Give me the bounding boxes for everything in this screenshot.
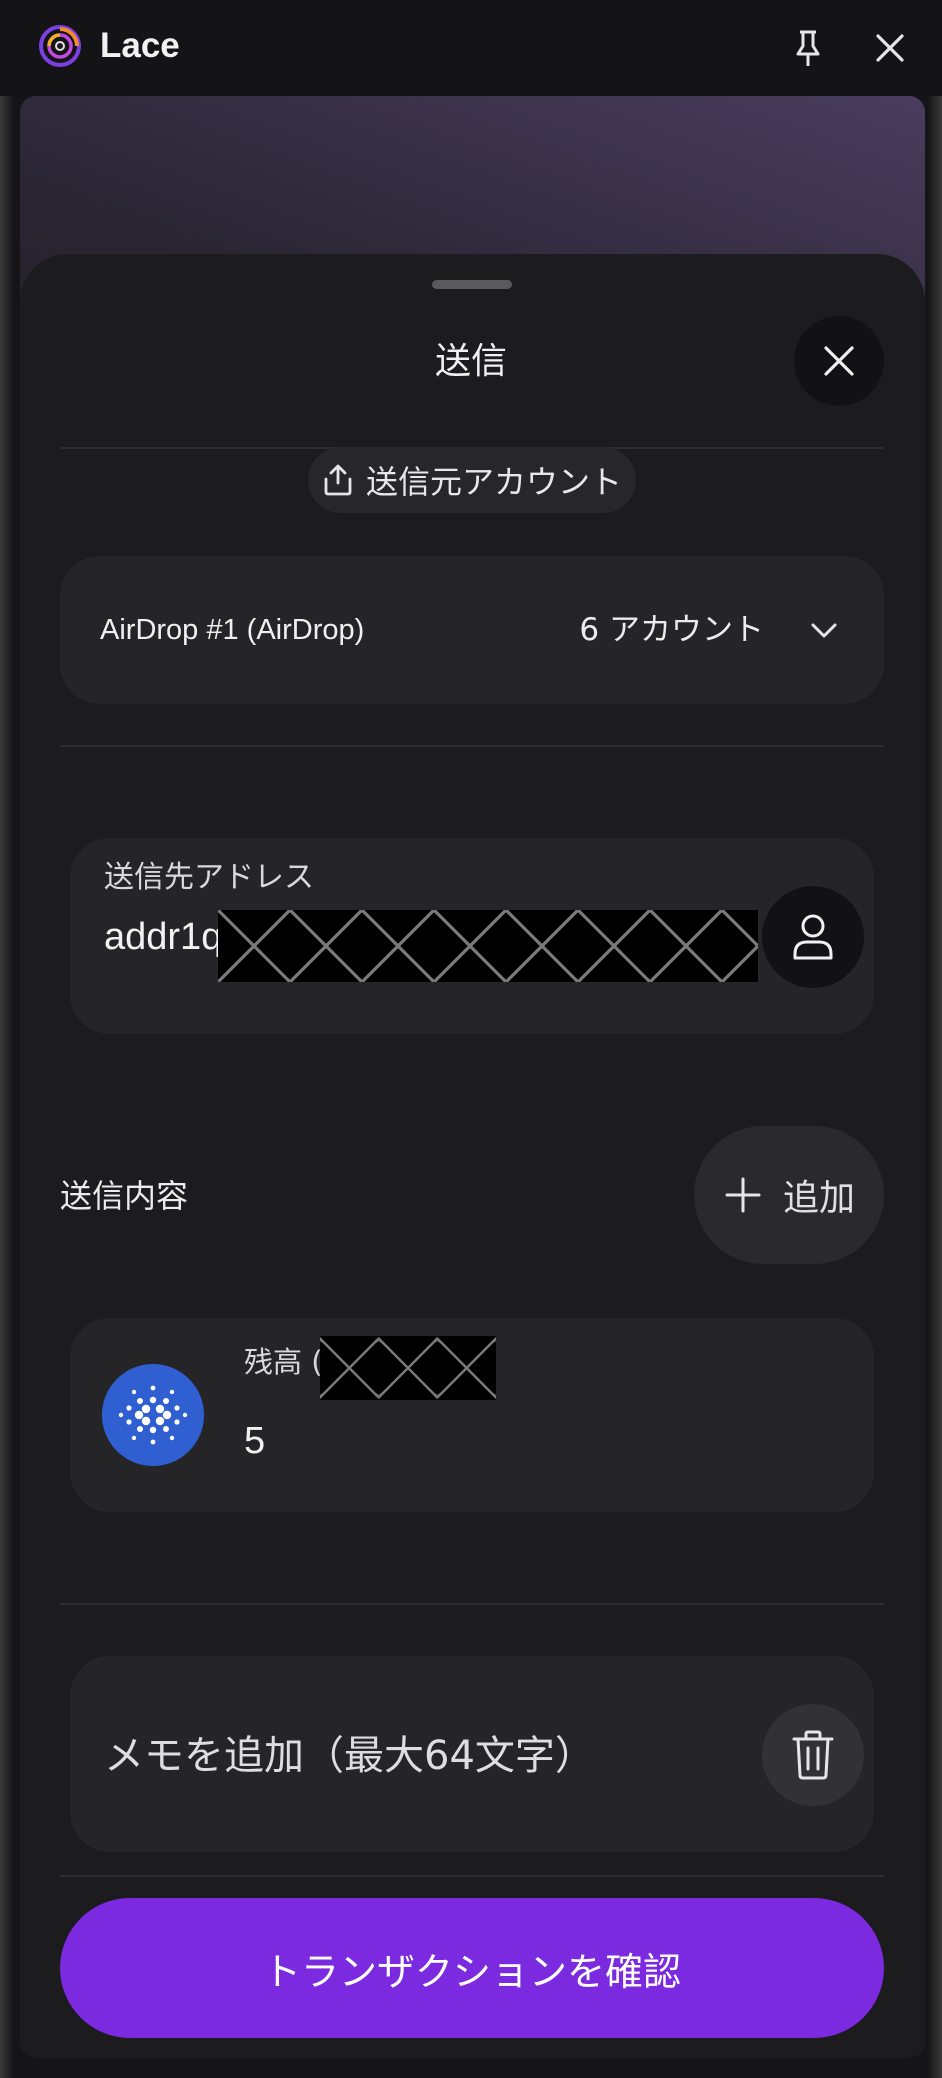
- memo-input[interactable]: [104, 1724, 744, 1788]
- account-count: 6 アカウント: [579, 612, 764, 648]
- lace-logo-icon: [39, 25, 81, 67]
- amount-value[interactable]: 5: [244, 1414, 265, 1468]
- address-book-button[interactable]: [762, 886, 864, 988]
- title-bar: Lace: [0, 0, 942, 96]
- user-icon: [793, 914, 833, 960]
- app-window: Lace 送信 送信元アカウント AirDrop #1 (AirDrop) 6 …: [0, 0, 942, 2078]
- chevron-down-icon: [811, 623, 837, 638]
- redacted-address: [218, 910, 758, 982]
- content-label: 送信内容: [60, 1177, 189, 1215]
- balance-label: 残高 (: [244, 1345, 323, 1379]
- redacted-balance: [320, 1336, 496, 1400]
- from-account-text: 送信元アカウント: [365, 463, 622, 501]
- close-icon: [824, 346, 854, 376]
- account-selector[interactable]: AirDrop #1 (AirDrop) 6 アカウント: [60, 556, 884, 704]
- plus-icon: [725, 1177, 761, 1213]
- recipient-address-field[interactable]: 送信先アドレス addr1q: [70, 838, 874, 1034]
- trash-icon: [792, 1730, 834, 1780]
- from-account-label: 送信元アカウント: [308, 447, 636, 513]
- sheet-close-button[interactable]: [794, 316, 884, 406]
- address-label: 送信先アドレス: [104, 860, 314, 895]
- app-title: Lace: [100, 26, 180, 65]
- delete-memo-button[interactable]: [762, 1704, 864, 1806]
- pin-icon[interactable]: [790, 28, 826, 68]
- add-button-label: 追加: [782, 1178, 855, 1219]
- upload-icon: [324, 464, 352, 496]
- add-asset-button[interactable]: 追加: [694, 1126, 884, 1264]
- divider: [60, 1875, 884, 1877]
- address-value[interactable]: addr1q: [104, 912, 222, 962]
- account-name: AirDrop #1 (AirDrop): [100, 614, 365, 646]
- divider: [60, 745, 884, 747]
- window-close-icon[interactable]: [872, 28, 908, 68]
- asset-row[interactable]: 残高 ( 5: [70, 1318, 874, 1512]
- drag-handle[interactable]: [432, 280, 512, 289]
- confirm-transaction-button[interactable]: トランザクションを確認: [60, 1898, 884, 2038]
- divider: [60, 1603, 884, 1605]
- cardano-icon: [102, 1364, 204, 1466]
- memo-field: [70, 1656, 874, 1852]
